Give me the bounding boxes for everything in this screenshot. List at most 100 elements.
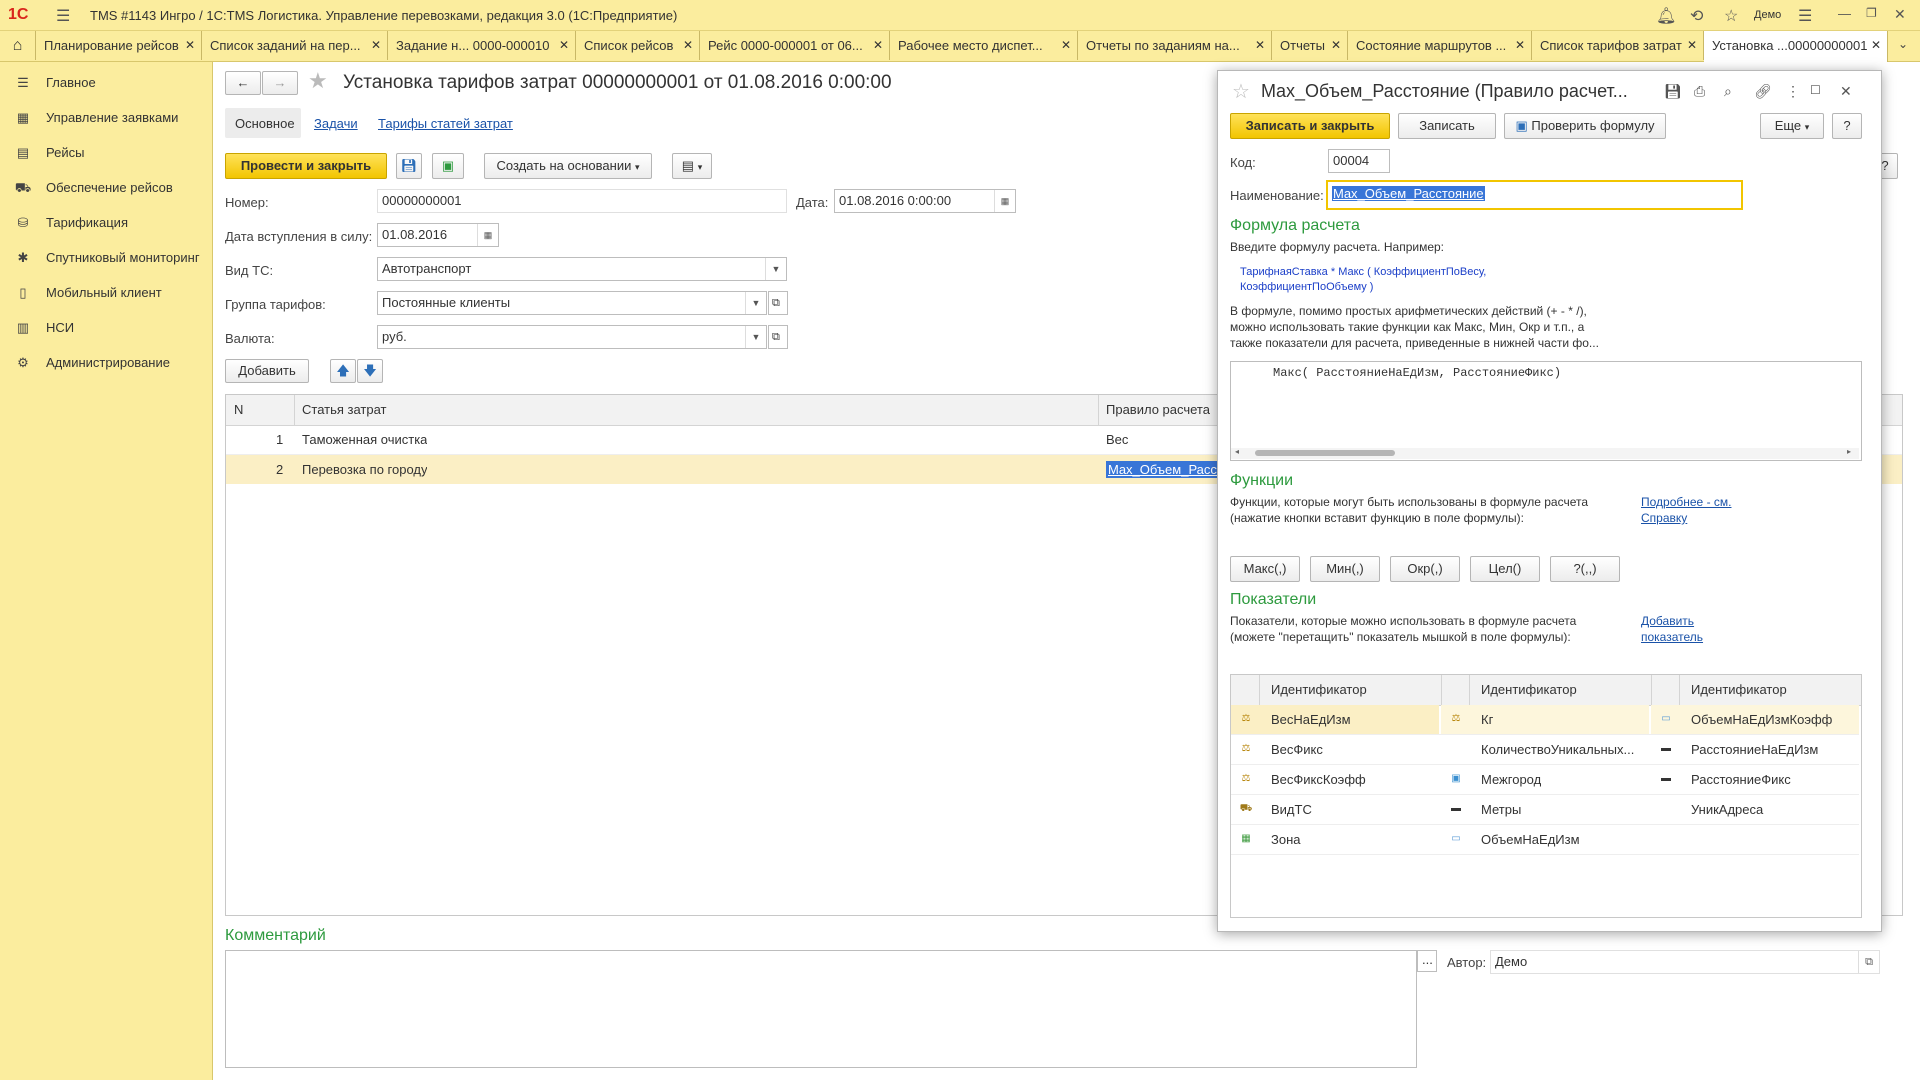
indicator-cell[interactable]: ВесФиксКоэфф (1271, 765, 1439, 794)
sidebar-item-trips[interactable]: ▤ Рейсы (14, 142, 85, 164)
add-indicator-link-2[interactable]: показатель (1641, 630, 1703, 644)
maximize-icon[interactable]: ☐ (1810, 83, 1821, 97)
tab-close-icon[interactable]: ✕ (1871, 31, 1881, 60)
calendar-icon[interactable]: ▦ (994, 190, 1015, 212)
tab-task-reports[interactable]: Отчеты по заданиям на... ✕ (1078, 31, 1272, 60)
indicator-cell[interactable]: РасстояниеНаЕдИзм (1691, 735, 1859, 764)
scrollbar-thumb[interactable] (1255, 450, 1395, 456)
number-field[interactable]: 00000000001 (377, 189, 787, 213)
tab-close-icon[interactable]: ✕ (1331, 31, 1341, 60)
subtab-main[interactable]: Основное (225, 108, 301, 138)
indicator-header-2[interactable]: Идентификатор (1481, 675, 1577, 704)
functions-help-link-1[interactable]: Подробнее - см. (1641, 495, 1731, 509)
add-indicator-link-1[interactable]: Добавить (1641, 614, 1694, 628)
tabs-overflow-icon[interactable]: ⌄ (1898, 37, 1908, 51)
open-icon[interactable]: ⧉ (768, 291, 788, 315)
tab-close-icon[interactable]: ✕ (1255, 31, 1265, 60)
indicator-cell[interactable]: Кг (1481, 705, 1649, 734)
name-field[interactable]: Max_Объем_Расстояние (1326, 180, 1743, 210)
sidebar-item-satellite[interactable]: ✱ Спутниковый мониторинг (14, 247, 200, 269)
indicator-cell[interactable]: ВидТС (1271, 795, 1439, 824)
open-icon[interactable]: ⧉ (768, 325, 788, 349)
sidebar-item-main[interactable]: ☰ Главное (14, 72, 96, 94)
restore-icon[interactable]: ❐ (1866, 6, 1877, 20)
tab-trip[interactable]: Рейс 0000-000001 от 06... ✕ (700, 31, 890, 60)
vehicle-type-field[interactable]: Автотранспорт ▼ (377, 257, 787, 281)
header-rule[interactable]: Правило расчета (1106, 395, 1210, 424)
tab-trip-list[interactable]: Список рейсов ✕ (576, 31, 700, 60)
tab-dispatcher[interactable]: Рабочее место диспет... ✕ (890, 31, 1078, 60)
horizontal-scrollbar[interactable]: ◂ ▸ (1231, 447, 1859, 459)
indicator-header-3[interactable]: Идентификатор (1691, 675, 1787, 704)
fn-min-button[interactable]: Мин(,) (1310, 556, 1380, 582)
close-icon[interactable]: ✕ (1894, 6, 1906, 23)
indicator-header-1[interactable]: Идентификатор (1271, 675, 1367, 704)
save-button[interactable]: Записать (1398, 113, 1496, 139)
indicator-cell[interactable]: КоличествоУникальных... (1481, 735, 1649, 764)
formula-editor[interactable]: Макс( РасстояниеНаЕдИзм, РасстояниеФикс)… (1230, 361, 1862, 461)
indicator-cell[interactable]: Метры (1481, 795, 1649, 824)
functions-help-link-2[interactable]: Справку (1641, 511, 1687, 525)
tab-close-icon[interactable]: ✕ (683, 31, 693, 60)
user-name[interactable]: Демо (1754, 9, 1781, 21)
move-down-icon[interactable]: 🡇 (357, 359, 383, 383)
link-icon[interactable]: 🔗︎ (1754, 83, 1772, 100)
help-button[interactable]: ? (1832, 113, 1862, 139)
currency-field[interactable]: руб. ▼ (377, 325, 767, 349)
close-icon[interactable]: ✕ (1840, 83, 1852, 100)
tab-close-icon[interactable]: ✕ (873, 31, 883, 60)
tab-tariff-list[interactable]: Список тарифов затрат ✕ (1532, 31, 1704, 60)
table-row[interactable]: ⚖ ВесФиксКоэфф ▣ Межгород ▬ РасстояниеФикс (1231, 765, 1859, 795)
table-row[interactable]: ⚖ ВесНаЕдИзм ⚖ Кг ▭ ОбъемНаЕдИзмКоэфф (1231, 705, 1859, 735)
fn-max-button[interactable]: Макс(,) (1230, 556, 1300, 582)
tab-close-icon[interactable]: ✕ (371, 31, 381, 60)
settings-menu-icon[interactable]: ☰ (1798, 6, 1812, 26)
forward-button[interactable]: → (262, 71, 298, 95)
more-actions-icon[interactable]: ⋮ (1786, 83, 1800, 100)
tab-close-icon[interactable]: ✕ (1515, 31, 1525, 60)
indicator-cell[interactable]: РасстояниеФикс (1691, 765, 1859, 794)
chevron-down-icon[interactable]: ▼ (765, 258, 786, 280)
save-and-close-button[interactable]: Записать и закрыть (1230, 113, 1390, 139)
sidebar-item-admin[interactable]: ⚙ Администрирование (14, 352, 170, 374)
sidebar-item-trip-support[interactable]: ⛟ Обеспечение рейсов (14, 177, 173, 199)
tab-tariff-setup[interactable]: Установка ...00000000001 ✕ (1704, 31, 1888, 62)
tab-reports[interactable]: Отчеты ✕ (1272, 31, 1348, 60)
code-field[interactable]: 00004 (1328, 149, 1390, 173)
date-field[interactable]: 01.08.2016 0:00:00 ▦ (834, 189, 1016, 213)
history-icon[interactable]: ⟲ (1690, 6, 1703, 26)
indicator-cell[interactable]: ОбъемНаЕдИзм (1481, 825, 1649, 854)
indicator-cell[interactable]: УникАдреса (1691, 795, 1859, 824)
hamburger-icon[interactable]: ☰ (56, 6, 70, 26)
sidebar-item-mobile[interactable]: ▯ Мобильный клиент (14, 282, 161, 304)
author-field[interactable]: Демо ⧉ (1490, 950, 1880, 974)
home-icon[interactable]: ⌂ (0, 31, 36, 60)
print-icon[interactable]: ⎙ (1694, 83, 1705, 100)
preview-icon[interactable]: ⌕ (1724, 83, 1732, 100)
header-cost-item[interactable]: Статья затрат (302, 395, 387, 424)
minimize-icon[interactable]: — (1838, 6, 1851, 21)
indicator-cell[interactable]: Зона (1271, 825, 1439, 854)
sidebar-item-nsi[interactable]: ▥ НСИ (14, 317, 74, 339)
table-row[interactable]: ▦ Зона ▭ ОбъемНаЕдИзм (1231, 825, 1859, 855)
row-rule[interactable]: Max_Объем_Расст (1106, 461, 1225, 478)
effective-date-field[interactable]: 01.08.2016 ▦ (377, 223, 499, 247)
favorite-star-icon[interactable]: ☆ (1232, 79, 1250, 104)
more-button[interactable]: Еще ▾ (1760, 113, 1824, 139)
fn-if-button[interactable]: ?(,,) (1550, 556, 1620, 582)
add-row-button[interactable]: Добавить (225, 359, 309, 383)
fn-int-button[interactable]: Цел() (1470, 556, 1540, 582)
tab-close-icon[interactable]: ✕ (185, 31, 195, 60)
tab-close-icon[interactable]: ✕ (559, 31, 569, 60)
chevron-down-icon[interactable]: ▼ (745, 326, 766, 348)
indicator-cell[interactable]: Межгород (1481, 765, 1649, 794)
sidebar-item-orders[interactable]: ▦ Управление заявками (14, 107, 179, 129)
tariff-group-field[interactable]: Постоянные клиенты ▼ (377, 291, 767, 315)
tab-close-icon[interactable]: ✕ (1687, 31, 1697, 60)
back-button[interactable]: ← (225, 71, 261, 95)
table-row[interactable]: ⚖ ВесФикс КоличествоУникальных... ▬ Расстоян… (1231, 735, 1859, 765)
table-row[interactable]: ⛟ ВидТС ▬ Метры УникАдреса (1231, 795, 1859, 825)
check-formula-button[interactable]: ▣ Проверить формулу (1504, 113, 1666, 139)
print-menu-button[interactable]: ▤ ▾ (672, 153, 712, 179)
favorite-star-icon[interactable]: ★ (308, 68, 328, 94)
